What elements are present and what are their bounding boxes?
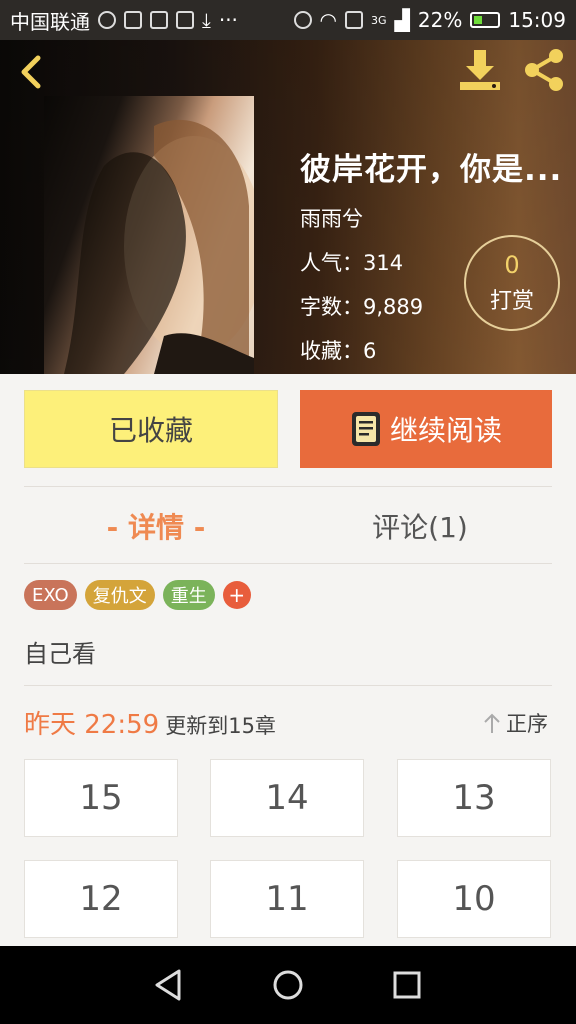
tag-revenge[interactable]: 复仇文 <box>84 580 155 610</box>
update-time: 昨天 22:59 <box>24 710 160 740</box>
signal-icon: ▟ <box>394 8 410 32</box>
wifi-icon: ◠ <box>319 8 337 32</box>
share-icon <box>525 49 563 91</box>
reward-count: 0 <box>504 251 520 279</box>
download-icon <box>460 50 500 90</box>
tab-detail[interactable]: - 详情 - <box>24 490 288 562</box>
stat-label: 收藏： <box>300 339 363 363</box>
favorited-button[interactable]: 已收藏 <box>24 390 278 468</box>
share-button[interactable] <box>520 48 568 92</box>
clock: 15:09 <box>508 8 566 32</box>
reward-button[interactable]: 0 打赏 <box>464 235 560 331</box>
stat-favorites: 收藏：6 <box>300 335 570 365</box>
download-button[interactable] <box>456 48 504 92</box>
recents-square-icon[interactable] <box>387 965 427 1005</box>
chapter-button[interactable]: 15 <box>24 759 178 837</box>
book-title: 彼岸花开，你是... <box>300 152 563 188</box>
back-triangle-icon[interactable] <box>149 965 189 1005</box>
book-header: 彼岸花开，你是... 雨雨兮 人气：314 字数：9,889 收藏：6 0 打赏 <box>0 40 576 374</box>
notification-icon <box>98 11 116 29</box>
alarm-icon <box>293 11 312 29</box>
continue-reading-button[interactable]: 继续阅读 <box>300 390 552 468</box>
stat-value: 314 <box>363 251 404 275</box>
cover-portrait <box>64 119 254 374</box>
chapter-button[interactable]: 14 <box>210 759 364 837</box>
stat-label: 人气： <box>300 251 363 275</box>
carrier-label: 中国联通 <box>10 9 90 34</box>
home-circle-icon[interactable] <box>268 965 308 1005</box>
add-tag-button[interactable]: + <box>222 581 251 609</box>
book-cover-image[interactable] <box>44 96 254 374</box>
battery-icon <box>470 12 501 28</box>
stat-value: 6 <box>363 339 377 363</box>
book-icon <box>351 412 380 446</box>
tab-comments[interactable]: 评论(1) <box>288 490 552 562</box>
status-bar: 中国联通 ⤓ ··· ◠ 3G ▟ 22% 15:09 <box>0 0 576 40</box>
book-description: 自己看 <box>24 640 96 668</box>
divider <box>24 685 552 686</box>
network-type: 3G <box>370 13 387 27</box>
book-author[interactable]: 雨雨兮 <box>300 203 570 233</box>
update-info: 昨天 22:59 更新到15章 <box>24 704 276 741</box>
continue-reading-label: 继续阅读 <box>389 414 502 447</box>
tag-rebirth[interactable]: 重生 <box>162 580 215 610</box>
system-nav-bar <box>0 946 576 1024</box>
back-button[interactable] <box>14 54 50 90</box>
sim-icon <box>344 11 363 29</box>
divider <box>24 563 552 564</box>
update-chapter: 更新到15章 <box>165 714 276 738</box>
sort-order-button[interactable]: 正序 <box>482 708 548 738</box>
image-icon <box>150 11 168 29</box>
chapter-button[interactable]: 10 <box>397 860 551 938</box>
arrow-up-icon <box>484 713 500 733</box>
battery-percent: 22% <box>417 8 463 32</box>
notification-icon <box>124 11 142 29</box>
chapter-button[interactable]: 13 <box>397 759 551 837</box>
more-icon: ··· <box>218 8 238 32</box>
tag-exo[interactable]: EXO <box>24 580 77 610</box>
divider <box>24 486 552 487</box>
back-arrow-icon <box>21 55 41 89</box>
chapter-button[interactable]: 12 <box>24 860 178 938</box>
download-status-icon: ⤓ <box>202 8 211 32</box>
reward-label: 打赏 <box>489 289 534 314</box>
stat-value: 9,889 <box>363 295 424 319</box>
chapter-button[interactable]: 11 <box>210 860 364 938</box>
keyboard-icon <box>176 11 194 29</box>
stat-label: 字数： <box>300 295 363 319</box>
sort-order-label: 正序 <box>506 712 548 736</box>
tag-list: EXO 复仇文 重生 + <box>24 580 251 610</box>
